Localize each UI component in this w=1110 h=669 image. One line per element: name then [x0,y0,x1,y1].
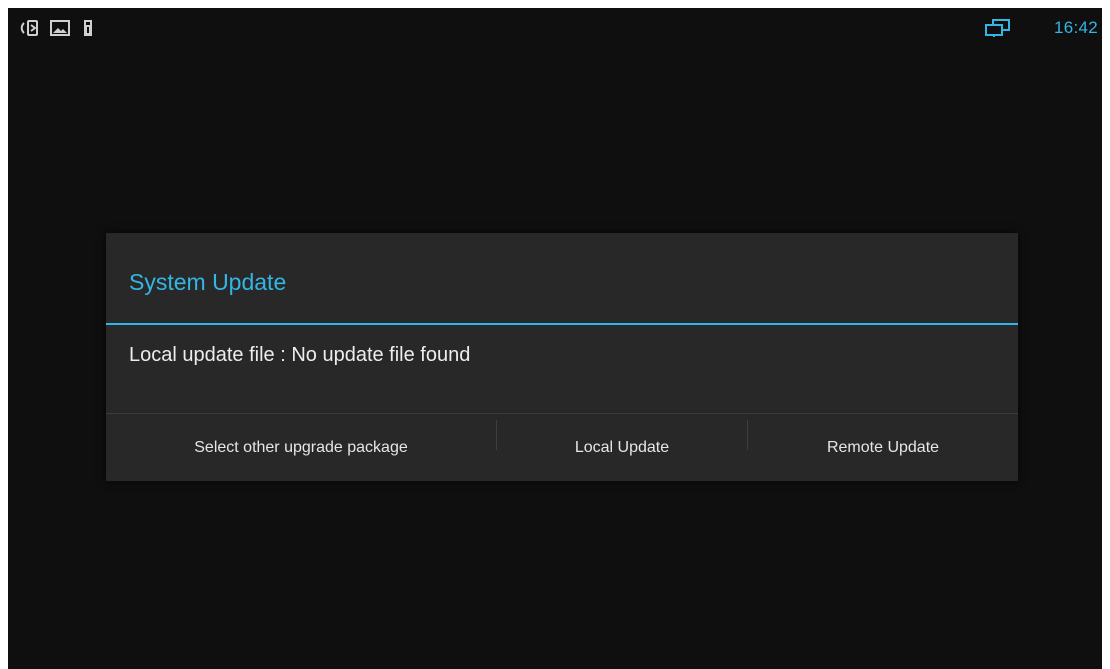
system-update-dialog: System Update Local update file : No upd… [106,233,1018,481]
remote-update-button[interactable]: Remote Update [748,414,1018,482]
call-forward-icon [20,20,38,36]
local-update-button[interactable]: Local Update [497,414,747,482]
status-bar: 16:42 [8,8,1102,46]
dialog-title: System Update [129,269,287,295]
title-divider [106,323,1018,325]
dialog-button-row: Select other upgrade package Local Updat… [106,413,1018,482]
dialog-message: Local update file : No update file found [129,344,471,366]
network-screens-icon [985,19,1010,37]
clock-time: 16:42 [1053,18,1098,37]
sd-card-icon [84,20,92,36]
picture-icon [50,20,70,36]
screen: 16:42 System Update Local update file : … [8,8,1102,669]
select-other-package-button[interactable]: Select other upgrade package [106,414,496,482]
